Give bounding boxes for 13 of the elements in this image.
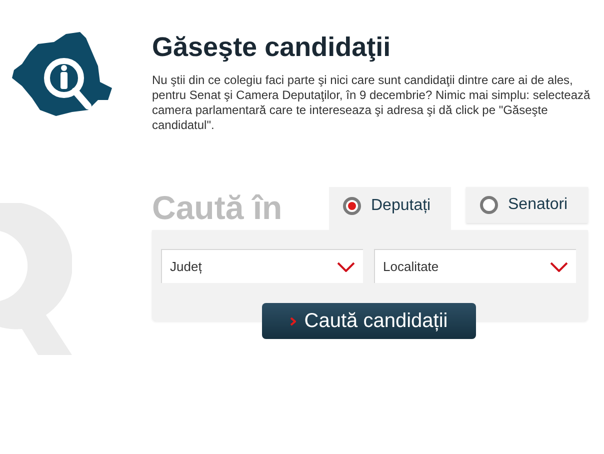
chevron-down-icon <box>337 262 355 272</box>
radio-icon <box>480 196 498 214</box>
chevron-down-icon <box>550 262 568 272</box>
search-heading: Caută în <box>152 188 284 228</box>
radio-icon <box>343 196 361 214</box>
dropdown[interactable]: Județ <box>161 249 363 283</box>
intro-paragraph: Nu ştii din ce colegiu faci parte şi nici care sunt candidaţii dintre care ai de ales, pentru Senat şi Camera Deputaţilor, în 9 decembrie? Nimic mai simplu: selectează camera parlamentară care te intereseaza şi adresa şi dă click pe "Găseşte candidatul". <box>152 73 592 133</box>
search-tab[interactable]: Deputați <box>329 187 451 230</box>
page-title: Găseşte candidaţii <box>152 31 392 64</box>
dropdown[interactable]: Localitate <box>374 249 576 283</box>
search-button[interactable]: Caută candidații <box>262 303 476 339</box>
search-tab[interactable]: Senatori <box>466 187 588 223</box>
chevron-right-icon <box>290 316 296 326</box>
